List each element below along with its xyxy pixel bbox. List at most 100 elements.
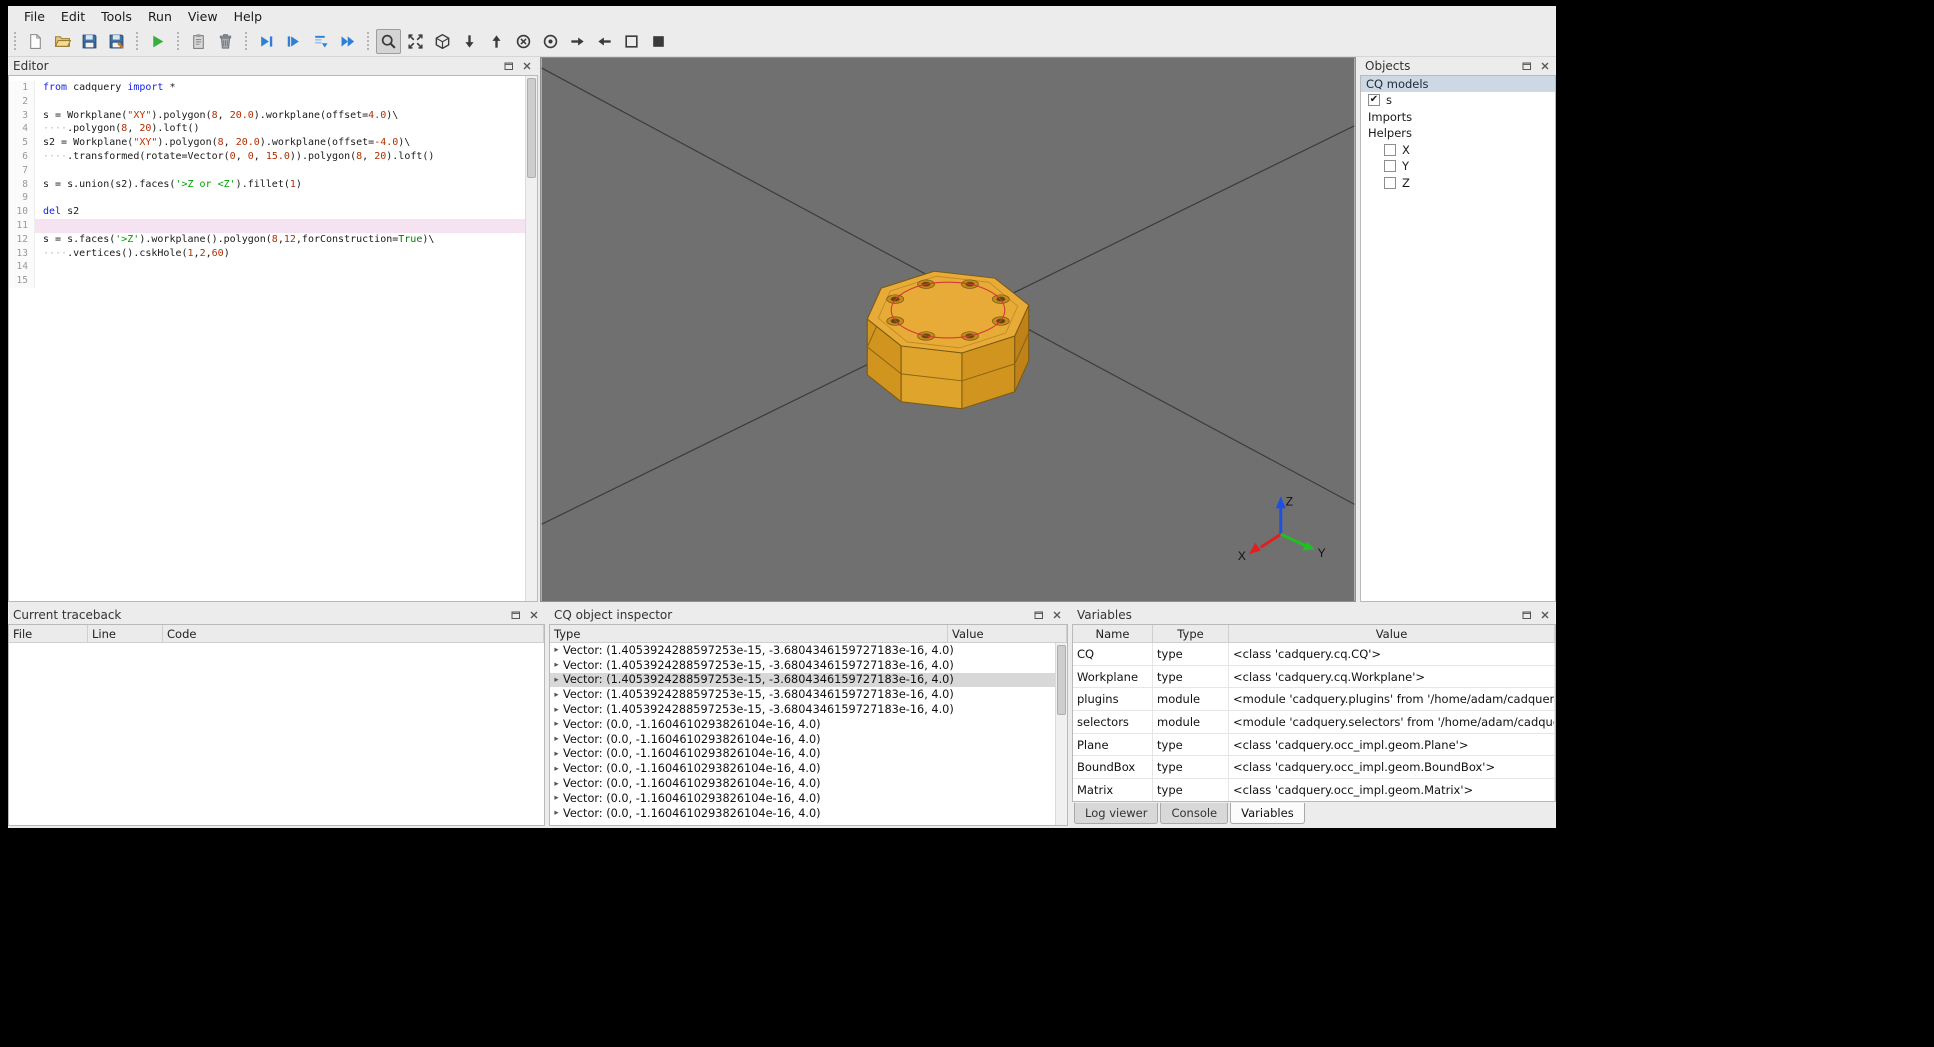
paste-button[interactable] [186, 29, 211, 54]
float-panel-button[interactable] [1520, 60, 1533, 73]
inspector-row[interactable]: ▸ Vector: (1.4053924288597253e-15, -3.680… [550, 687, 1055, 702]
view-front-button[interactable] [538, 29, 563, 54]
column-header-type[interactable]: Type [1153, 625, 1229, 642]
variable-row[interactable]: CQ type <class 'cadquery.cq.CQ'> [1073, 643, 1555, 666]
close-panel-button[interactable] [527, 609, 540, 622]
menu-tools[interactable]: Tools [93, 7, 140, 26]
float-panel-button[interactable] [509, 609, 522, 622]
inspector-row[interactable]: ▸ Vector: (0.0, -1.1604610293826104e-16, … [550, 791, 1055, 806]
float-panel-button[interactable] [1032, 609, 1045, 622]
expand-icon[interactable]: ▸ [550, 793, 563, 803]
run-button[interactable] [145, 29, 170, 54]
menu-file[interactable]: File [16, 7, 53, 26]
variable-row[interactable]: plugins module <module 'cadquery.plugins' … [1073, 688, 1555, 712]
menu-view[interactable]: View [180, 7, 226, 26]
tree-item-imports[interactable]: Imports [1361, 109, 1555, 126]
expand-icon[interactable]: ▸ [550, 734, 563, 744]
open-button[interactable] [50, 29, 75, 54]
delete-button[interactable] [213, 29, 238, 54]
expand-icon[interactable]: ▸ [550, 690, 563, 700]
variable-row[interactable]: selectors module <module 'cadquery.selecto… [1073, 711, 1555, 734]
checkbox-s[interactable]: ✔ [1368, 94, 1380, 107]
iso-view-button[interactable] [430, 29, 455, 54]
expand-icon[interactable]: ▸ [550, 764, 563, 774]
inspector-row[interactable]: ▸ Vector: (1.4053924288597253e-15, -3.680… [550, 658, 1055, 673]
menu-edit[interactable]: Edit [53, 7, 93, 26]
scrollbar-thumb[interactable] [527, 78, 536, 178]
code-line-1[interactable]: 1 from cadquery import * [9, 81, 525, 95]
code-line-8[interactable]: 8 s = s.union(s2).faces('>Z or <Z').fille… [9, 177, 525, 192]
fit-all-button[interactable] [403, 29, 428, 54]
wireframe-button[interactable] [619, 29, 644, 54]
code-editor[interactable]: 1 from cadquery import * 2 3 s = Workplane("… [9, 76, 525, 601]
scrollbar-thumb[interactable] [1057, 645, 1066, 715]
tree-item-z[interactable]: Z [1361, 175, 1555, 192]
inspector-scrollbar[interactable] [1055, 643, 1067, 825]
view-bottom-button[interactable] [457, 29, 482, 54]
variable-row[interactable]: Workplane type <class 'cadquery.cq.Workpla… [1073, 665, 1555, 689]
column-header-name[interactable]: Name [1073, 625, 1153, 642]
code-line-7[interactable]: 7 [9, 163, 525, 178]
column-header-code[interactable]: Code [163, 625, 544, 642]
code-line-4[interactable]: 4 ····.polygon(8, 20).loft() [9, 122, 525, 137]
expand-icon[interactable]: ▸ [550, 779, 563, 789]
variable-row[interactable]: Matrix type <class 'cadquery.occ_impl.geom… [1073, 779, 1555, 801]
menu-help[interactable]: Help [226, 7, 271, 26]
shaded-button[interactable] [646, 29, 671, 54]
view-left-button[interactable] [592, 29, 617, 54]
expand-icon[interactable]: ▸ [550, 808, 563, 818]
inspector-row[interactable]: ▸ Vector: (0.0, -1.1604610293826104e-16, … [550, 732, 1055, 747]
step-button[interactable] [281, 29, 306, 54]
view-right-button[interactable] [565, 29, 590, 54]
save-button[interactable] [77, 29, 102, 54]
close-panel-button[interactable] [1538, 60, 1551, 73]
expand-icon[interactable]: ▸ [550, 719, 563, 729]
tree-item-y[interactable]: Y [1361, 158, 1555, 175]
menu-run[interactable]: Run [140, 7, 180, 26]
cad-model[interactable] [866, 270, 1030, 410]
code-line-9[interactable]: 9 [9, 191, 525, 206]
zoom-fit-button[interactable] [376, 28, 401, 54]
toolbar-handle[interactable] [136, 32, 138, 50]
float-panel-button[interactable] [502, 60, 515, 73]
tab-console[interactable]: Console [1160, 803, 1229, 824]
close-panel-button[interactable] [1538, 609, 1551, 622]
inspector-row[interactable]: ▸ Vector: (0.0, -1.1604610293826104e-16, … [550, 761, 1055, 776]
toolbar-handle[interactable] [367, 32, 369, 50]
close-panel-button[interactable] [1050, 609, 1063, 622]
3d-viewport[interactable]: Z X Y [540, 57, 1356, 602]
inspector-row[interactable]: ▸ Vector: (0.0, -1.1604610293826104e-16, … [550, 747, 1055, 762]
code-line-15[interactable]: 15 [9, 274, 525, 288]
close-panel-button[interactable] [520, 60, 533, 73]
expand-icon[interactable]: ▸ [550, 660, 563, 670]
save-as-button[interactable] [104, 29, 129, 54]
debug-button[interactable] [254, 29, 279, 54]
code-line-11[interactable]: 11 [9, 218, 525, 233]
code-line-13[interactable]: 13 ····.vertices().cskHole(1,2,60) [9, 246, 525, 261]
variable-row[interactable]: BoundBox type <class 'cadquery.occ_impl.ge… [1073, 756, 1555, 780]
view-top-button[interactable] [484, 29, 509, 54]
inspector-row[interactable]: ▸ Vector: (1.4053924288597253e-15, -3.680… [550, 643, 1055, 658]
code-line-14[interactable]: 14 [9, 260, 525, 275]
code-line-2[interactable]: 2 [9, 94, 525, 109]
expand-icon[interactable]: ▸ [550, 675, 563, 685]
column-header-line[interactable]: Line [88, 625, 163, 642]
toolbar-handle[interactable] [14, 32, 16, 50]
inspector-row[interactable]: ▸ Vector: (0.0, -1.1604610293826104e-16, … [550, 776, 1055, 791]
tree-root-cq-models[interactable]: CQ models [1361, 76, 1555, 92]
view-back-button[interactable] [511, 29, 536, 54]
new-file-button[interactable] [23, 29, 48, 54]
tree-item-helpers[interactable]: Helpers [1361, 125, 1555, 142]
column-header-type[interactable]: Type [550, 625, 948, 642]
code-line-5[interactable]: 5 s2 = Workplane("XY").polygon(8, 20.0).w… [9, 136, 525, 150]
inspector-row[interactable]: ▸ Vector: (1.4053924288597253e-15, -3.680… [550, 702, 1055, 717]
float-panel-button[interactable] [1520, 609, 1533, 622]
code-line-3[interactable]: 3 s = Workplane("XY").polygon(8, 20.0).wo… [9, 108, 525, 123]
editor-scrollbar[interactable] [525, 76, 537, 601]
inspector-row[interactable]: ▸ Vector: (0.0, -1.1604610293826104e-16, … [550, 806, 1055, 821]
column-header-value[interactable]: Value [948, 625, 1067, 642]
step-into-button[interactable] [308, 29, 333, 54]
continue-button[interactable] [335, 29, 360, 54]
toolbar-handle[interactable] [177, 32, 179, 50]
expand-icon[interactable]: ▸ [550, 645, 563, 655]
